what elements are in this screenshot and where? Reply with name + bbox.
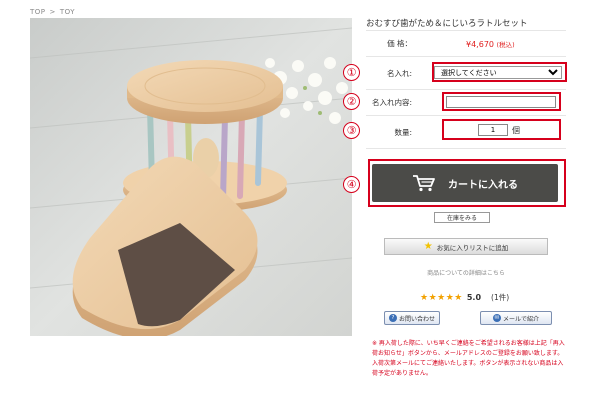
breadcrumb-current: TOY bbox=[59, 8, 76, 16]
mail-share-label: メールで紹介 bbox=[502, 315, 539, 323]
callout-2: ② bbox=[343, 93, 360, 110]
breadcrumb-top-link[interactable]: TOP bbox=[30, 8, 46, 16]
restock-notice: ※ 再入荷した際に、いち早くご連絡をご希望されるお客様は上記「再入荷お知らせ」ボ… bbox=[372, 340, 565, 377]
callout-3: ③ bbox=[343, 122, 360, 139]
inquiry-label: お問い合わせ bbox=[398, 315, 435, 323]
rating-stars: ★★★★★ bbox=[420, 292, 463, 303]
name-content-label: 名入れ内容: bbox=[371, 98, 412, 107]
review-count-link[interactable]: (1件) bbox=[491, 292, 509, 303]
inquiry-button[interactable]: ? お問い合わせ bbox=[384, 311, 440, 325]
inquiry-icon: ? bbox=[388, 314, 397, 322]
price-row: 価 格： ¥4,670 (税込) bbox=[366, 30, 566, 57]
product-title: おむすび歯がため＆にじいろラトルセット bbox=[366, 19, 528, 29]
price-label: 価 格： bbox=[387, 39, 412, 48]
highlight-box-1 bbox=[432, 62, 567, 82]
favorites-label: お気に入りリストに追加 bbox=[436, 243, 509, 252]
mail-icon: ✉ bbox=[492, 314, 501, 322]
add-to-cart-label: カートに入れる bbox=[448, 179, 518, 191]
star-icon: ★ bbox=[423, 240, 433, 252]
product-panel: おむすび歯がため＆にじいろラトルセット 価 格： ¥4,670 (税込) 名入れ… bbox=[343, 0, 592, 400]
name-option-label: 名入れ: bbox=[386, 68, 412, 78]
highlight-box-2 bbox=[442, 92, 561, 111]
breadcrumb: TOP > TOY bbox=[30, 8, 75, 16]
add-to-favorites-button[interactable]: ★ お気に入りリストに追加 bbox=[384, 238, 548, 255]
quantity-label: 数量: bbox=[394, 127, 412, 137]
tax-note: (税込) bbox=[496, 40, 515, 49]
rating: ★★★★★ 5.0 (1件) bbox=[420, 292, 509, 303]
callout-4: ④ bbox=[343, 176, 360, 193]
breadcrumb-separator: > bbox=[49, 8, 56, 16]
check-stock-button[interactable]: 在庫をみる bbox=[434, 212, 490, 223]
price-amount: ¥4,670 bbox=[466, 39, 494, 49]
add-to-cart-button[interactable]: カートに入れる bbox=[372, 164, 558, 202]
mail-share-button[interactable]: ✉ メールで紹介 bbox=[480, 311, 552, 325]
price-value: ¥4,670 (税込) bbox=[466, 39, 566, 49]
product-photo bbox=[30, 18, 352, 336]
rating-score: 5.0 bbox=[466, 293, 482, 302]
callout-1: ① bbox=[343, 64, 360, 81]
product-detail-link[interactable]: 商品についての詳細はこちら bbox=[366, 268, 566, 277]
highlight-box-3 bbox=[442, 119, 561, 140]
product-image[interactable] bbox=[30, 18, 352, 336]
cart-icon bbox=[413, 175, 435, 192]
